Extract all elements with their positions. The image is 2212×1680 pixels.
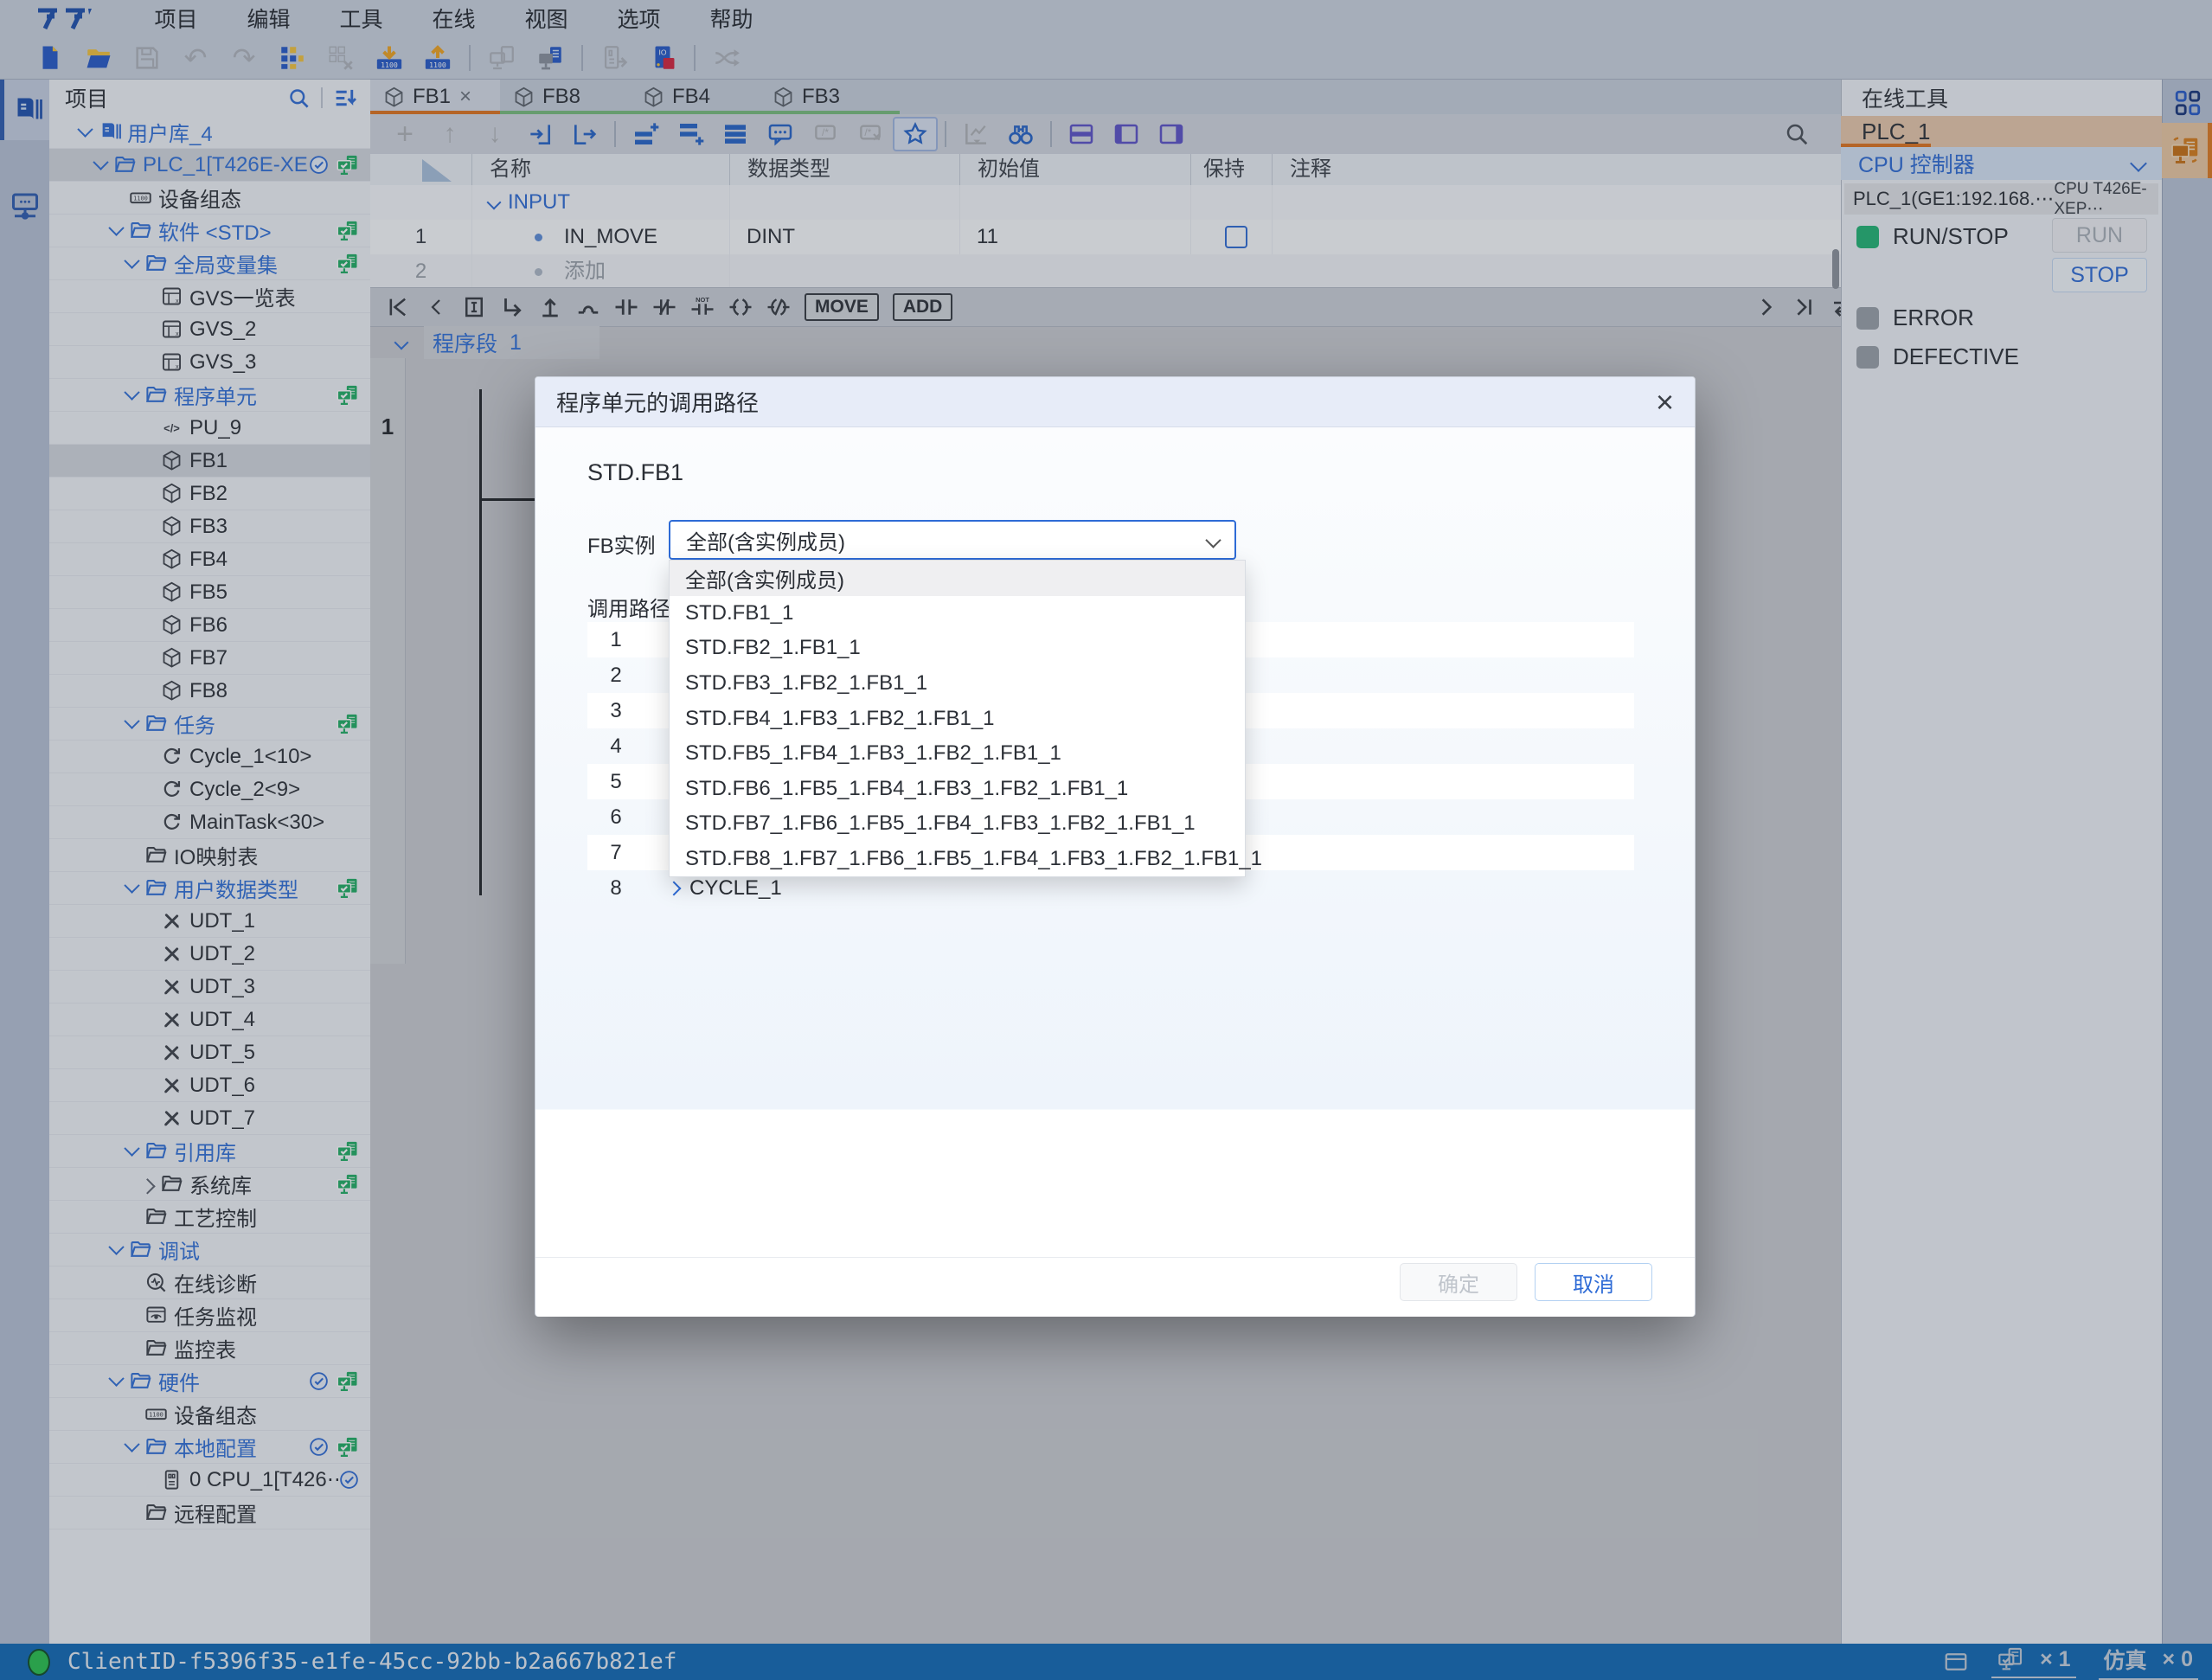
dropdown-option[interactable]: STD.FB6_1.FB5_1.FB4_1.FB3_1.FB2_1.FB1_1: [670, 772, 1245, 807]
dropdown-option[interactable]: STD.FB2_1.FB1_1: [670, 631, 1245, 666]
dropdown-option[interactable]: STD.FB4_1.FB3_1.FB2_1.FB1_1: [670, 701, 1245, 736]
dropdown-option[interactable]: STD.FB7_1.FB6_1.FB5_1.FB4_1.FB3_1.FB2_1.…: [670, 806, 1245, 842]
dropdown-option[interactable]: 全部(含实例成员): [670, 561, 1245, 596]
dialog-header: 程序单元的调用路径 ×: [535, 377, 1695, 427]
path-row-number: 6: [587, 805, 644, 830]
fb-instance-dropdown: 全部(含实例成员)STD.FB1_1STD.FB2_1.FB1_1STD.FB3…: [669, 560, 1246, 877]
path-row-number: 2: [587, 664, 644, 688]
dialog-subject: STD.FB1: [587, 459, 683, 486]
path-row-value: CYCLE_1: [689, 876, 782, 901]
path-row-number: 1: [587, 628, 644, 652]
dropdown-option[interactable]: STD.FB8_1.FB7_1.FB6_1.FB5_1.FB4_1.FB3_1.…: [670, 842, 1245, 877]
ok-button[interactable]: 确定: [1400, 1263, 1517, 1301]
dropdown-option[interactable]: STD.FB1_1: [670, 596, 1245, 632]
dialog-close-icon[interactable]: ×: [1656, 387, 1674, 418]
path-row-number: 4: [587, 734, 644, 759]
fb-instance-select[interactable]: 全部(含实例成员): [669, 520, 1236, 560]
cancel-button[interactable]: 取消: [1535, 1263, 1652, 1301]
select-chevron-icon: [1205, 532, 1221, 548]
dropdown-option[interactable]: STD.FB5_1.FB4_1.FB3_1.FB2_1.FB1_1: [670, 736, 1245, 772]
path-row-number: 3: [587, 699, 644, 723]
call-path-dialog: 程序单元的调用路径 × STD.FB1 FB实例 全部(含实例成员) 调用路径 …: [535, 376, 1696, 1317]
path-row-number: 5: [587, 770, 644, 794]
fb-instance-value: 全部(含实例成员): [686, 525, 845, 555]
fb-instance-label: FB实例: [587, 529, 656, 559]
path-row-number: 8: [587, 876, 644, 901]
path-row-number: 7: [587, 841, 644, 865]
call-path-label: 调用路径: [587, 592, 670, 622]
dropdown-option[interactable]: STD.FB3_1.FB2_1.FB1_1: [670, 666, 1245, 702]
expand-chevron-icon[interactable]: [667, 881, 682, 895]
dialog-footer: 确定 取消: [535, 1257, 1695, 1317]
dialog-title: 程序单元的调用路径: [556, 386, 759, 418]
